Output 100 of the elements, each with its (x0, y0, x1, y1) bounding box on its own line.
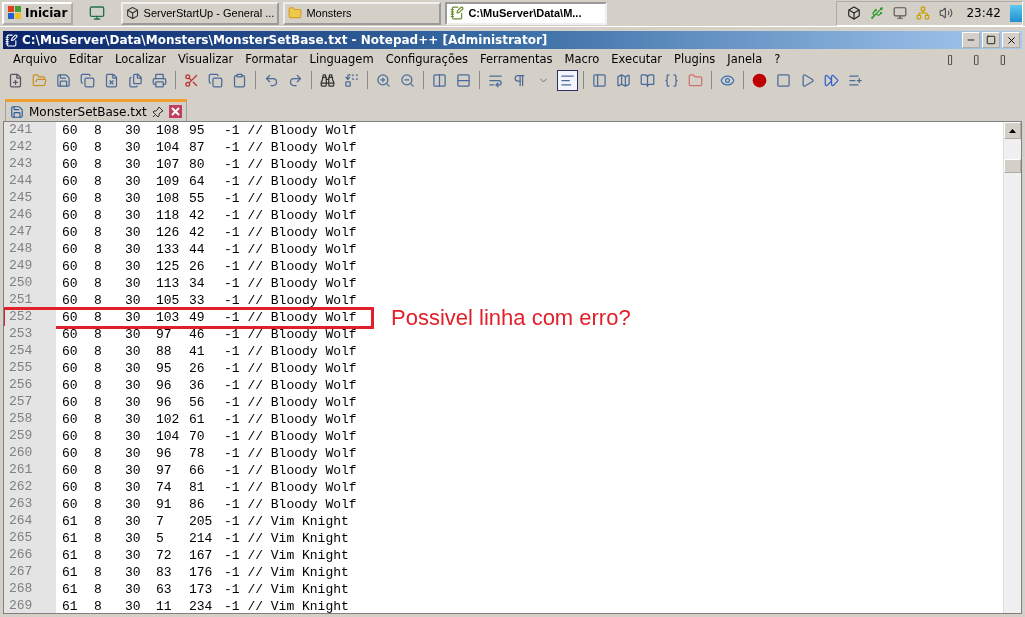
taskbar-button[interactable]: C:\MuServer\Data\M... (445, 1, 608, 25)
menu-item[interactable]: Linguagem (303, 52, 380, 66)
code-text: 97 (156, 327, 173, 342)
taskbar-button[interactable]: Monsters (283, 1, 442, 25)
start-button[interactable]: Iniciar (2, 1, 74, 25)
window-title: C:\MuServer\Data\Monsters\MonsterSetBase.txt - Notepad++ [Administrator] (22, 33, 548, 47)
code-text: 7 (156, 514, 165, 529)
code-text: 60 (62, 429, 79, 444)
code-text: 8 (94, 276, 103, 291)
menu-glyph[interactable]: ▯ (993, 52, 1012, 66)
line-number: 242 (4, 139, 56, 156)
line-number: 268 (4, 581, 56, 598)
menu-item[interactable]: Ferramentas (474, 52, 559, 66)
line-number: 255 (4, 360, 56, 377)
menu-item[interactable]: Editar (63, 52, 110, 66)
menu-item[interactable]: Janela (721, 52, 769, 66)
code-text: 30 (125, 565, 142, 580)
menu-item[interactable]: Localizar (109, 52, 172, 66)
code-text: 41 (189, 344, 206, 359)
code-text: 70 (189, 429, 206, 444)
up-arrow-icon (1009, 128, 1016, 133)
file-tab[interactable]: MonsterSetBase.txt (5, 99, 187, 121)
code-text: -1 // Bloody Wolf (224, 446, 357, 461)
code-text: 44 (189, 242, 206, 257)
zoom-out-icon (400, 72, 415, 88)
cube-icon[interactable] (847, 6, 862, 20)
wrap-icon (488, 72, 503, 88)
code-text: 30 (125, 140, 142, 155)
code-text: 60 (62, 259, 79, 274)
menu-item[interactable]: Executar (605, 52, 669, 66)
code-text: 30 (125, 395, 142, 410)
scroll-thumb[interactable] (1004, 159, 1021, 173)
code-text: 30 (125, 599, 142, 613)
code-text: 49 (189, 310, 206, 325)
code-text: 60 (62, 497, 79, 512)
maximize-icon (986, 35, 996, 45)
line-number: 243 (4, 156, 56, 173)
desktop-icon[interactable] (89, 5, 106, 21)
maximize-button[interactable] (982, 32, 1000, 48)
code-text: 95 (189, 123, 206, 138)
code-text: -1 // Bloody Wolf (224, 378, 357, 393)
menu-glyph[interactable]: ▯ (940, 52, 960, 66)
code-text: 118 (156, 208, 181, 223)
menu-item[interactable]: Visualizar (171, 52, 240, 66)
close-icon (168, 105, 182, 118)
code-text: 8 (94, 412, 103, 427)
line-number: 264 (4, 513, 56, 530)
menu-item[interactable]: Configurações (379, 52, 475, 66)
redo-icon (288, 72, 303, 88)
code-text: 60 (62, 378, 79, 393)
code-text: 108 (156, 191, 181, 206)
code-text: 60 (62, 123, 79, 138)
code-text: 60 (62, 412, 79, 427)
vm-icon[interactable] (893, 6, 908, 20)
usb-icon[interactable] (870, 6, 885, 20)
code-text: -1 // Vim Knight (224, 531, 349, 546)
code-text: 30 (125, 344, 142, 359)
scroll-up-button[interactable] (1004, 122, 1021, 139)
minimize-button[interactable] (962, 32, 980, 48)
save-icon (10, 104, 24, 119)
code-text: 63 (156, 582, 173, 597)
code-text: -1 // Bloody Wolf (224, 140, 357, 155)
code-text: 8 (94, 174, 103, 189)
code-text: -1 // Vim Knight (224, 514, 349, 529)
code-text: 126 (156, 225, 181, 240)
save-all-icon (80, 72, 95, 88)
code-text: -1 // Bloody Wolf (224, 327, 357, 342)
taskbar-button[interactable]: ServerStartUp - General ... (121, 1, 280, 25)
code-text: 30 (125, 446, 142, 461)
code-text: 214 (189, 531, 214, 546)
code-text: 60 (62, 463, 79, 478)
menu-item[interactable]: ? (768, 52, 787, 66)
code-text: 176 (189, 565, 214, 580)
volume-icon[interactable] (939, 6, 954, 20)
line-number: 246 (4, 207, 56, 224)
menu-item[interactable]: Arquivo (7, 52, 64, 66)
binoculars-icon (320, 72, 335, 88)
code-text: 91 (156, 497, 173, 512)
menu-item[interactable]: Macro (558, 52, 606, 66)
code-text: -1 // Bloody Wolf (224, 395, 357, 410)
menu-item[interactable]: Formatar (239, 52, 304, 66)
show-desktop-button[interactable] (1010, 4, 1022, 22)
code-text: 108 (156, 123, 181, 138)
vertical-scrollbar[interactable] (1003, 122, 1021, 613)
menu-item[interactable]: Plugins (668, 52, 722, 66)
code-text: 103 (156, 310, 181, 325)
line-number: 257 (4, 394, 56, 411)
code-text: 11 (156, 599, 173, 613)
line-number: 247 (4, 224, 56, 241)
close-button[interactable] (1002, 32, 1020, 48)
code-text: 96 (156, 395, 173, 410)
code-text: 86 (189, 497, 206, 512)
code-text: 26 (189, 259, 206, 274)
toolbar-button[interactable] (557, 69, 578, 91)
code-text: 56 (189, 395, 206, 410)
code-text: -1 // Bloody Wolf (224, 208, 357, 223)
menu-glyph[interactable]: ▯ (967, 52, 986, 66)
code-text: -1 // Vim Knight (224, 548, 349, 563)
map-icon (616, 72, 631, 88)
code-text: 8 (94, 514, 103, 529)
